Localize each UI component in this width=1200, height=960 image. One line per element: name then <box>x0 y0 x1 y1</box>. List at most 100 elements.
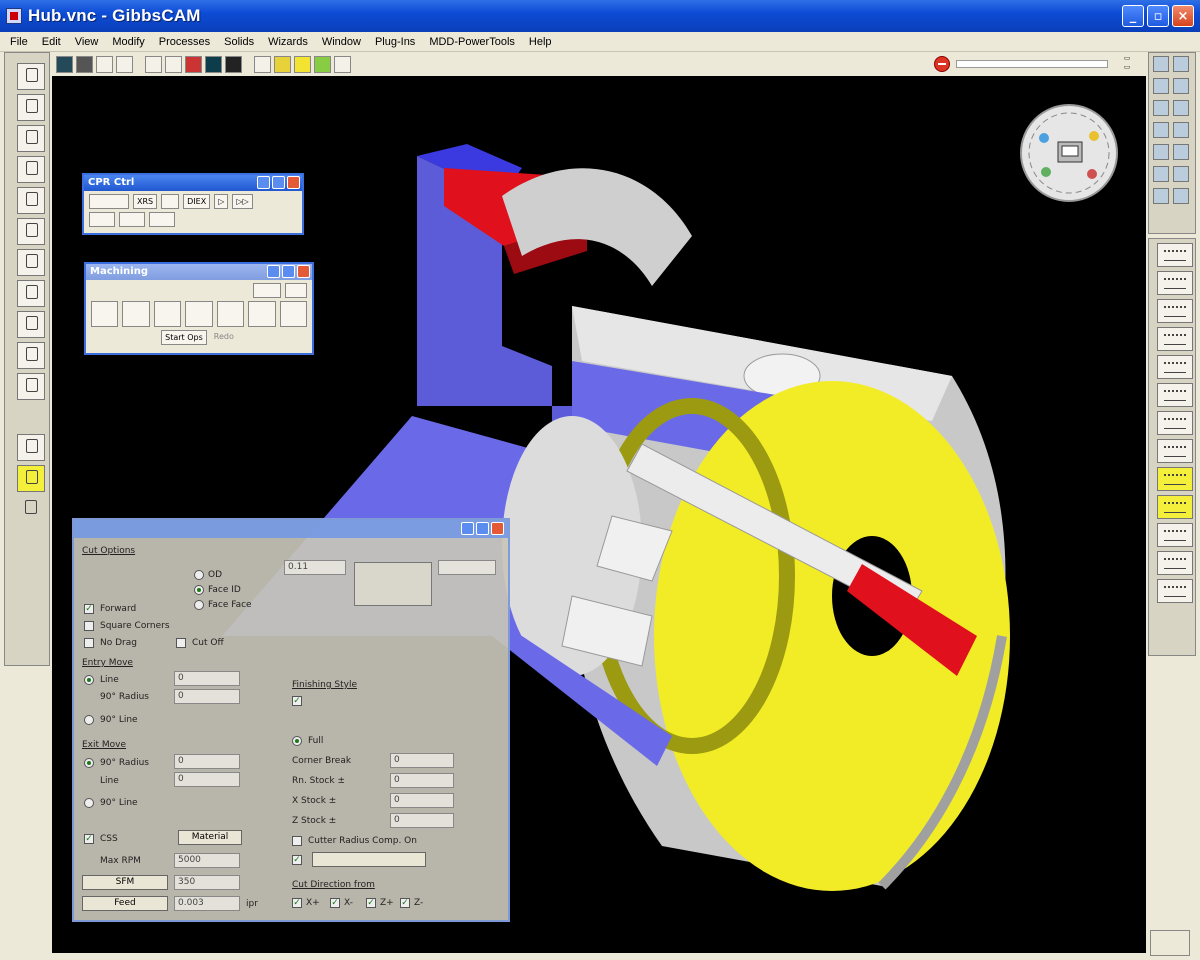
shaded-view-icon[interactable] <box>56 55 73 73</box>
start-ops-button[interactable]: Start Ops <box>161 330 207 345</box>
op-drill-button[interactable] <box>185 301 213 327</box>
face-id-radio[interactable] <box>194 585 204 595</box>
cpr-skip-button[interactable]: ▷▷ <box>232 194 253 209</box>
process-slot-8[interactable] <box>1157 439 1193 463</box>
process-slot-9-active[interactable] <box>1157 467 1193 491</box>
finish-pass-checkbox[interactable]: ✓ <box>292 855 302 865</box>
corner-break-field[interactable]: 0 <box>390 753 454 768</box>
cpr-chip-diex[interactable]: DIEX <box>183 194 211 209</box>
wireframe-icon[interactable] <box>96 55 113 73</box>
dir-xminus-checkbox[interactable]: ✓ <box>330 898 340 908</box>
exit-line-field[interactable]: 0 <box>174 772 240 787</box>
menu-window[interactable]: Window <box>322 36 361 48</box>
od-radio[interactable] <box>194 570 204 580</box>
exit-radius-field[interactable]: 0 <box>174 754 240 769</box>
exit-radius-radio[interactable] <box>84 758 94 768</box>
status-corner[interactable] <box>1150 930 1190 956</box>
process-slot-7[interactable] <box>1157 411 1193 435</box>
material-button[interactable]: Material <box>178 830 242 845</box>
finish-button[interactable] <box>312 852 426 867</box>
process-close-button[interactable] <box>491 522 504 535</box>
process-slot-2[interactable] <box>1157 271 1193 295</box>
op-blank-button[interactable] <box>216 301 245 327</box>
entry-90-line-radio[interactable] <box>84 715 94 725</box>
pan-icon[interactable] <box>1173 100 1189 116</box>
machining-min-button[interactable] <box>282 265 295 278</box>
tool-slot-3[interactable] <box>17 125 45 152</box>
menu-processes[interactable]: Processes <box>159 36 210 48</box>
process-min-button[interactable] <box>476 522 489 535</box>
tool-slot-9[interactable] <box>17 311 45 338</box>
process-dialog-title[interactable] <box>74 520 508 538</box>
zoom-icon[interactable] <box>1173 78 1189 94</box>
feed-button[interactable]: Feed <box>82 896 168 911</box>
cpr-min-button[interactable] <box>272 176 285 189</box>
css-checkbox[interactable]: ✓ <box>84 834 94 844</box>
no-drag-checkbox[interactable] <box>84 638 94 648</box>
tool-slot-1[interactable] <box>17 63 45 90</box>
entry-line-field[interactable]: 0 <box>174 671 240 686</box>
view-cube-disc[interactable] <box>1020 104 1118 202</box>
machining-pin-button[interactable] <box>267 265 280 278</box>
sfm-button[interactable]: SFM <box>82 875 168 890</box>
cpr-slider[interactable] <box>89 194 129 209</box>
machining-camera-chip[interactable] <box>285 283 307 298</box>
cpr-close-button[interactable] <box>287 176 300 189</box>
surface-icon[interactable] <box>1173 122 1189 138</box>
tool-slot-2[interactable] <box>17 94 45 121</box>
process-pin-button[interactable] <box>461 522 474 535</box>
minimize-button[interactable]: _ <box>1122 5 1144 27</box>
machining-title[interactable]: Machining <box>86 264 312 280</box>
op-rough-button[interactable] <box>91 301 119 327</box>
layer-icon[interactable] <box>1153 144 1169 160</box>
op-contour-button[interactable] <box>122 301 150 327</box>
dark-view-icon[interactable] <box>225 55 242 73</box>
menu-plugins[interactable]: Plug-Ins <box>375 36 415 48</box>
page-icon[interactable] <box>1153 56 1169 72</box>
face-face-radio[interactable] <box>194 600 204 610</box>
square-corners-checkbox[interactable] <box>84 621 94 631</box>
sheet-icon[interactable] <box>1173 144 1189 160</box>
max-rpm-field[interactable]: 5000 <box>174 853 240 868</box>
tool-slot-8[interactable] <box>17 280 45 307</box>
machining-close-button[interactable] <box>297 265 310 278</box>
orbit-icon[interactable] <box>1153 100 1169 116</box>
render-mode-icon[interactable] <box>76 55 93 73</box>
process-slot-6[interactable] <box>1157 383 1193 407</box>
tool-slot-14[interactable] <box>17 496 45 523</box>
rn-stock-field[interactable]: 0 <box>390 773 454 788</box>
tool-icon[interactable] <box>1153 166 1169 182</box>
material-icon[interactable] <box>314 55 331 73</box>
process-slot-3[interactable] <box>1157 299 1193 323</box>
new-file-icon[interactable] <box>145 55 162 73</box>
process-slot-5[interactable] <box>1157 355 1193 379</box>
menu-view[interactable]: View <box>75 36 99 48</box>
fixture-icon[interactable] <box>1153 188 1169 204</box>
machine-icon[interactable] <box>1173 166 1189 182</box>
grid-icon[interactable] <box>165 55 182 73</box>
process-slot-12[interactable] <box>1157 551 1193 575</box>
shaded-solid-icon[interactable] <box>205 55 222 73</box>
process-slot-13[interactable] <box>1157 579 1193 603</box>
cpr-pin-button[interactable] <box>257 176 270 189</box>
full-radio[interactable] <box>292 736 302 746</box>
dir-zplus-checkbox[interactable]: ✓ <box>366 898 376 908</box>
cpr-play-button[interactable]: ▷ <box>214 194 229 209</box>
cut-off-checkbox[interactable] <box>176 638 186 648</box>
tool-slot-11[interactable] <box>17 373 45 400</box>
close-button[interactable]: × <box>1172 5 1194 27</box>
redo-button[interactable]: Redo <box>211 330 237 345</box>
tool-slot-10[interactable] <box>17 342 45 369</box>
process-slot-10-active[interactable] <box>1157 495 1193 519</box>
machining-tool-chip[interactable] <box>253 283 281 298</box>
menu-help[interactable]: Help <box>529 36 552 48</box>
tool-slot-12[interactable] <box>17 434 45 461</box>
menu-wizards[interactable]: Wizards <box>268 36 308 48</box>
app-icon[interactable] <box>6 8 22 24</box>
dir-zminus-checkbox[interactable]: ✓ <box>400 898 410 908</box>
tool-slot-5[interactable] <box>17 187 45 214</box>
title-bar[interactable]: Hub.vnc - GibbsCAM _ ▫ × <box>0 0 1200 32</box>
menu-file[interactable]: File <box>10 36 28 48</box>
cpr-opt-2[interactable] <box>119 212 145 227</box>
tool-slot-7[interactable] <box>17 249 45 276</box>
